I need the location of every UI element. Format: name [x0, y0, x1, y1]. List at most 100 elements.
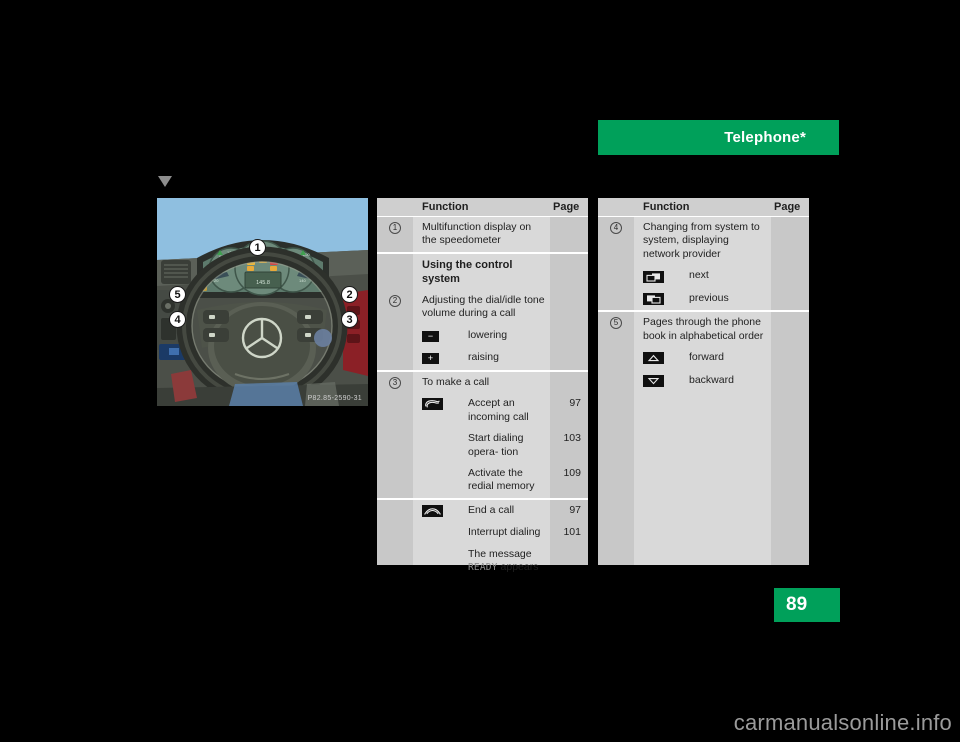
display-message-ready: READY [468, 562, 498, 574]
row-page-number: 103 [563, 432, 581, 445]
forward-arrow-icon [643, 352, 664, 365]
row-function-text: − lowering [413, 325, 550, 347]
row-page-number: 109 [563, 466, 581, 479]
row-function-text: Pages through the phone book in alphabet… [643, 316, 764, 342]
steering-wheel-illustration: 60 80 100 140 20 40 200 220 140 145.8 1 … [157, 198, 368, 406]
row-function-text: Adjusting the dial/idle tone volume duri… [422, 294, 545, 320]
row-function-text: + raising [413, 347, 550, 369]
row-page-number [550, 325, 588, 333]
row-function-text: Changing from system to system, displayi… [643, 221, 760, 260]
row-function-text: The message READY appears [413, 544, 550, 579]
message-line-2: appears [500, 561, 539, 574]
callout-1: 1 [249, 239, 266, 256]
row-sub-label: previous [689, 291, 729, 304]
row-page-number [771, 288, 809, 296]
accept-call-icon [422, 398, 443, 411]
table-row: previous [598, 288, 809, 310]
icon-slot [643, 351, 689, 365]
row-page-number [550, 254, 588, 262]
table-row: 2 Adjusting the dial/idle tone volume du… [377, 290, 588, 325]
row-function-text: Using the control system [422, 258, 513, 285]
table-group: 1 Multifunction display on the speedomet… [377, 217, 588, 254]
header-function-label: Function [422, 201, 469, 213]
row-sub-label: lowering [468, 328, 508, 341]
table-row: Activate the redial memory 109 [377, 463, 588, 498]
table-group: 4 Changing from system to system, displa… [598, 217, 809, 313]
function-table-left: Function Page 1 Multifunction display on… [377, 198, 588, 573]
callout-2: 2 [341, 286, 358, 303]
plus-button-icon: + [422, 353, 439, 365]
site-watermark: carmanualsonline.info [733, 710, 952, 735]
table-row: backward [598, 370, 809, 392]
table-row: − lowering [377, 325, 588, 347]
function-table-right: Function Page 4 Changing from system to … [598, 198, 809, 565]
row-number [377, 347, 413, 352]
icon-slot [422, 397, 468, 411]
callout-number-badge: 2 [389, 295, 401, 308]
icon-slot-empty [422, 432, 468, 433]
row-sub-label: Start dialing opera- tion [468, 432, 524, 458]
callout-3: 3 [341, 311, 358, 328]
icon-slot: − [422, 329, 468, 343]
previous-system-icon [643, 292, 664, 305]
callout-number-badge: 5 [610, 317, 622, 330]
table-row: forward [598, 347, 809, 369]
row-function-text: forward [634, 347, 771, 369]
steering-wheel-graphic: 6080 100140 20 40 200 220140 145.8 [157, 198, 368, 406]
row-number: 1 [377, 217, 413, 234]
row-function-text: To make a call [422, 375, 490, 388]
callout-5: 5 [169, 286, 186, 303]
row-number [598, 265, 634, 270]
header-page-label: Page [774, 201, 801, 213]
icon-slot-empty [422, 548, 468, 549]
row-number: 5 [598, 312, 634, 330]
row-sub-label: The message READY appears [468, 548, 546, 575]
row-page-number [771, 312, 809, 320]
row-number [377, 428, 413, 433]
row-sub-label: next [689, 269, 709, 282]
minus-button-icon: − [422, 330, 439, 342]
row-function-text: backward [634, 370, 771, 392]
table-row: Interrupt dialing 101 [377, 522, 588, 543]
header-page-label: Page [553, 201, 580, 213]
row-sub-label: Interrupt dialing [468, 526, 541, 539]
illustration-code: P82.85-2590-31 [307, 395, 362, 402]
row-number [377, 393, 413, 398]
row-page-number: 97 [569, 503, 581, 516]
row-function-text: Accept an incoming call [413, 393, 550, 428]
table-row: End a call 97 [377, 500, 588, 522]
row-page-number [771, 347, 809, 355]
row-sub-label: Accept an incoming call [468, 397, 529, 423]
row-function-text: Start dialing opera- tion [413, 428, 550, 463]
row-number [377, 544, 413, 549]
table-row-section-heading: Using the control system [377, 254, 588, 290]
row-page-number: 97 [569, 397, 581, 410]
row-page-number [550, 290, 588, 298]
row-number: 3 [377, 372, 413, 389]
table-row: + raising [377, 347, 588, 369]
row-number [598, 288, 634, 293]
row-function-text: Multifunction display on the speedometer [422, 221, 532, 247]
row-sub-label: Activate the redial memory [468, 466, 535, 493]
table-row: Accept an incoming call 97 [377, 393, 588, 428]
callout-4: 4 [169, 311, 186, 328]
row-page-number [550, 372, 588, 380]
row-number [377, 500, 413, 505]
table-group: 5 Pages through the phone book in alphab… [598, 312, 809, 392]
row-number [598, 347, 634, 352]
table-row: 1 Multifunction display on the speedomet… [377, 217, 588, 252]
row-sub-label: End a call [468, 503, 515, 516]
table-row: The message READY appears [377, 544, 588, 579]
row-page-number: 101 [563, 526, 581, 539]
backward-arrow-icon [643, 374, 664, 387]
row-page-number [771, 217, 809, 225]
icon-slot [643, 269, 689, 283]
svg-text:145.8: 145.8 [256, 280, 270, 286]
section-marker-icon [158, 176, 172, 187]
next-system-icon [643, 270, 664, 283]
callout-number-badge: 3 [389, 376, 401, 389]
table-row: 4 Changing from system to system, displa… [598, 217, 809, 265]
row-page-number [771, 265, 809, 273]
icon-slot [643, 374, 689, 388]
row-number [377, 463, 413, 468]
